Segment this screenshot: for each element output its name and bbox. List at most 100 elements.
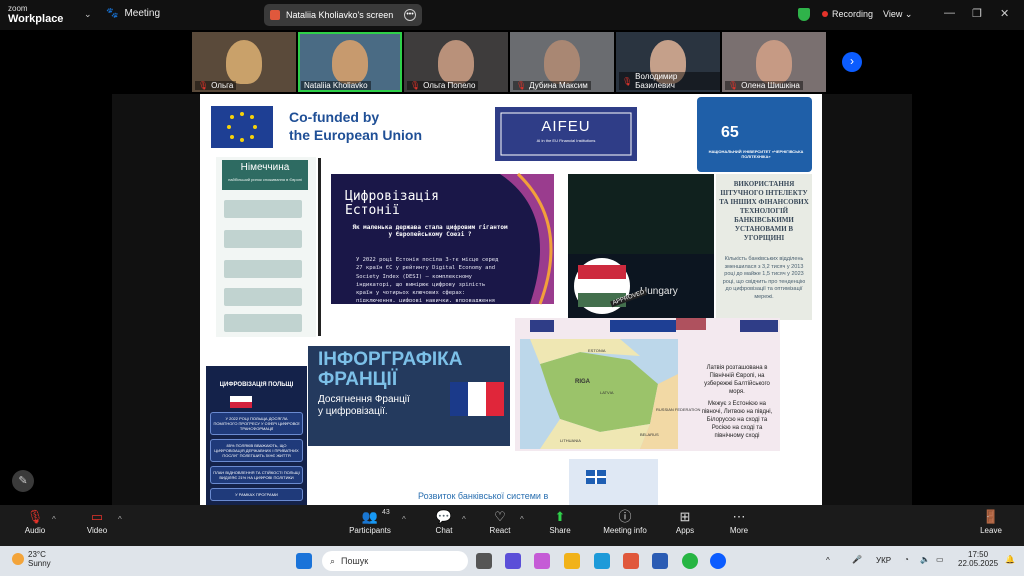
video-label: Video	[86, 526, 108, 535]
close-icon[interactable]: ✕	[1000, 7, 1009, 20]
aifeu-title: AIFEU	[541, 118, 591, 135]
muted-mic-icon: 🎙	[410, 81, 421, 90]
share-screen-icon	[270, 10, 280, 20]
participant-tile[interactable]: 🎙 Ольга Попело	[404, 32, 508, 92]
share-arrow-icon: ⬆	[554, 509, 566, 524]
paw-icon: 🐾	[106, 8, 119, 19]
participant-name: 🎙 Дубина Максим	[513, 81, 591, 90]
battery-icon[interactable]: ▭	[936, 555, 944, 564]
participant-name: 🎙 Ольга	[195, 81, 237, 90]
map-label: ESTONIA	[588, 348, 606, 353]
cofunded-text: Co-funded by the European Union	[289, 109, 422, 143]
brand-name: Workplace	[8, 13, 64, 25]
greece-map	[569, 459, 658, 505]
map-label: LATVIA	[600, 390, 614, 395]
meeting-label: Meeting	[124, 8, 161, 19]
more-button[interactable]: ⋯ More	[709, 508, 769, 535]
participants-button[interactable]: 👥 Participants	[340, 508, 400, 535]
whatsapp-icon[interactable]	[682, 553, 698, 569]
zoom-icon[interactable]	[710, 553, 726, 569]
taskbar-search[interactable]: ⌕ Пошук	[322, 551, 468, 571]
view-menu[interactable]: View ⌄	[883, 9, 912, 20]
chevron-down-icon[interactable]: ⌄	[84, 9, 92, 20]
minimize-icon[interactable]: —	[944, 7, 955, 19]
leave-label: Leave	[980, 526, 1002, 535]
university-name: НАЦІОНАЛЬНИЙ УНІВЕРСИТЕТ «ЧЕРНІГІВСЬКА П…	[708, 149, 804, 159]
meeting-controls: 🎙 Audio ^ ▭ Video ^ 👥 Participants 43 ^ …	[0, 505, 1024, 546]
participant-tile[interactable]: Nataliia Kholiavko	[298, 32, 402, 92]
tray-chevron-icon[interactable]: ^	[826, 556, 830, 565]
meeting-menu[interactable]: 🐾 Meeting	[106, 8, 160, 19]
participant-tile[interactable]: 🎙 Олена Шишкіна	[722, 32, 826, 92]
university-number: 65	[721, 124, 739, 141]
hungary-chip-image	[568, 174, 714, 254]
poland-item: У 2022 РОЦІ ПОЛЬЩА ДОСЯГЛА ПОМІТНОГО ПРО…	[210, 412, 303, 435]
apps-button[interactable]: ⊞ Apps	[655, 508, 715, 535]
participants-count: 43	[382, 509, 390, 516]
next-page-arrow-icon[interactable]: ›	[842, 52, 862, 72]
restore-icon[interactable]: ❐	[972, 7, 982, 20]
leave-button[interactable]: 🚪 Leave	[961, 508, 1021, 535]
audio-button[interactable]: 🎙 Audio	[5, 508, 65, 535]
task-view-icon[interactable]	[476, 553, 492, 569]
recording-indicator[interactable]: Recording	[822, 9, 873, 19]
map-label: LITHUANIA	[560, 438, 581, 443]
poland-list: У 2022 РОЦІ ПОЛЬЩА ДОСЯГЛА ПОМІТНОГО ПРО…	[210, 412, 303, 505]
language-indicator[interactable]: УКР	[876, 556, 891, 565]
chat-app-icon[interactable]	[505, 553, 521, 569]
office-app-icon[interactable]	[623, 553, 639, 569]
poland-title: ЦИФРОВІЗАЦІЯ ПОЛЬЩІ	[219, 382, 294, 388]
chevron-up-icon[interactable]: ^	[402, 515, 406, 524]
annotate-pen-icon[interactable]: ✎	[12, 470, 34, 492]
windows-start-icon[interactable]	[296, 553, 312, 569]
chevron-up-icon[interactable]: ^	[462, 515, 466, 524]
wifi-icon[interactable]: ◔	[904, 555, 909, 564]
participant-video	[544, 40, 580, 84]
poland-item: 85% ПОЛЯКІВ ВВАЖАЮТЬ, ЩО ЦИФРОВІЗАЦІЯ ДЕ…	[210, 439, 303, 462]
volume-icon[interactable]: 🔈	[920, 555, 930, 564]
react-label: React	[489, 526, 511, 535]
audio-label: Audio	[24, 526, 46, 535]
notification-bell-icon[interactable]: 🔔	[1005, 555, 1015, 564]
participant-tile[interactable]: 🎙 Володимир Базилевич	[616, 32, 720, 92]
clock[interactable]: 17:50 22.05.2025	[958, 550, 998, 568]
security-shield-icon[interactable]	[798, 8, 810, 21]
os-taskbar: 23°C Sunny ⌕ Пошук ^ 🎤 УКР ◔ 🔈 ▭ 17:50 2…	[0, 546, 1024, 576]
more-options-icon[interactable]: •••	[404, 9, 416, 21]
screen-share-indicator[interactable]: Nataliia Kholiavko's screen •••	[264, 4, 422, 26]
participant-video	[332, 40, 368, 84]
weather-widget[interactable]: 23°C Sunny	[12, 550, 51, 568]
participant-name: 🎙 Олена Шишкіна	[725, 81, 803, 90]
participant-name-text: Ольга	[211, 81, 234, 90]
chevron-up-icon[interactable]: ^	[118, 515, 122, 524]
estonia-question: Як маленька держава стала цифровим гіган…	[352, 224, 508, 238]
participant-video	[756, 40, 792, 84]
share-button[interactable]: ⬆ Share	[530, 508, 590, 535]
meeting-info-label: Meeting info	[603, 526, 647, 535]
more-label: More	[729, 526, 749, 535]
word-icon[interactable]	[652, 553, 668, 569]
university-logo	[697, 97, 812, 172]
participant-name-text: Ольга Попело	[423, 81, 476, 90]
clock-time: 17:50	[968, 550, 989, 559]
participant-strip: 🎙 Ольга Nataliia Kholiavko 🎙 Ольга Попело 🎙 Ду…	[192, 32, 826, 92]
participant-tile[interactable]: 🎙 Дубина Максим	[510, 32, 614, 92]
latvia-text-2: Межує з Естонією на півночі, Литвою на п…	[701, 401, 773, 439]
map-label: RUSSIAN FEDERATION	[656, 407, 701, 412]
leave-door-icon: 🚪	[982, 509, 1000, 524]
participant-tile[interactable]: 🎙 Ольга	[192, 32, 296, 92]
copilot-icon[interactable]	[534, 553, 550, 569]
aifeu-subtitle: AI in the EU Financial Institutions	[536, 138, 596, 143]
germany-title: Німеччина	[240, 162, 290, 173]
france-subtitle: Досягнення Франції у цифровізації.	[318, 394, 410, 417]
search-placeholder: Пошук	[341, 556, 369, 566]
meeting-info-button[interactable]: ⓘ Meeting info	[595, 508, 655, 535]
weather-desc: Sunny	[28, 559, 51, 568]
chevron-down-icon: ⌄	[904, 9, 913, 19]
map-label: BELARUS	[640, 432, 659, 437]
file-explorer-icon[interactable]	[564, 553, 580, 569]
chevron-up-icon[interactable]: ^	[52, 515, 56, 524]
edge-icon[interactable]	[594, 553, 610, 569]
microphone-icon[interactable]: 🎤	[852, 555, 862, 564]
chevron-up-icon[interactable]: ^	[520, 515, 524, 524]
